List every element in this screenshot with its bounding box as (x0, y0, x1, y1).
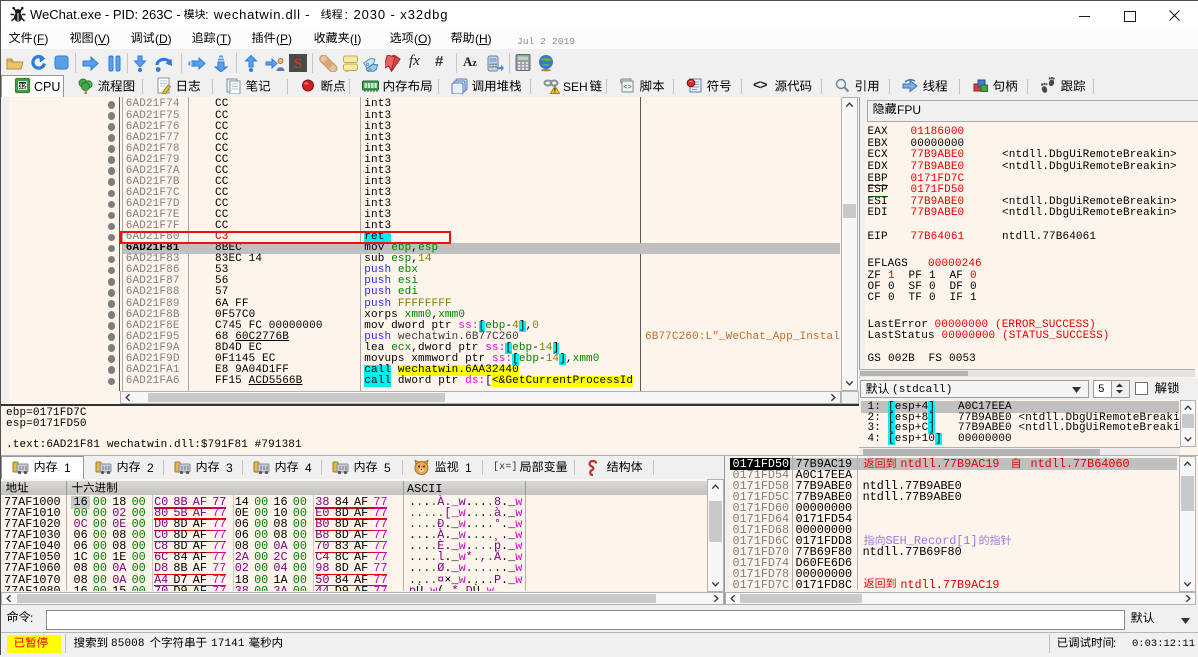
svg-text:<>: <> (623, 84, 631, 92)
svg-text:!: ! (554, 88, 556, 95)
svg-text:32: 32 (19, 84, 27, 91)
svg-text:S: S (294, 56, 302, 72)
